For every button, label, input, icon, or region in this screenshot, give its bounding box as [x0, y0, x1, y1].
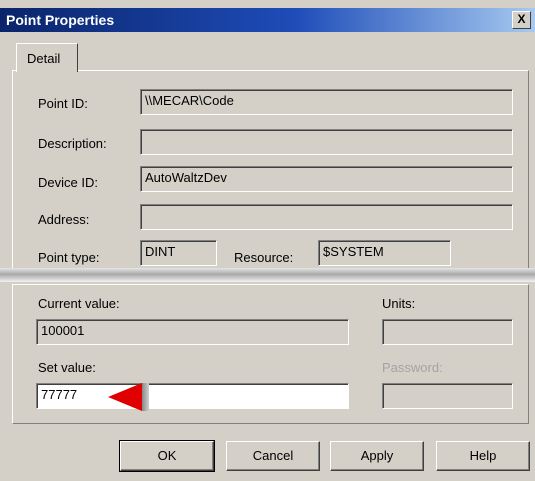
- address-label: Address:: [38, 212, 90, 227]
- point-type-label: Point type:: [38, 250, 100, 265]
- title-bar[interactable]: Point Properties X: [0, 8, 535, 32]
- description-field[interactable]: [140, 129, 513, 155]
- close-button[interactable]: X: [512, 11, 531, 29]
- password-field[interactable]: [382, 383, 513, 409]
- section-divider: [0, 268, 535, 282]
- address-field[interactable]: [140, 204, 513, 230]
- point-properties-dialog: Point Properties X Detail Point ID: \\ME…: [0, 0, 535, 481]
- cancel-button[interactable]: Cancel: [226, 441, 320, 471]
- set-value-input[interactable]: 77777: [36, 383, 349, 409]
- ok-button[interactable]: OK: [119, 440, 215, 472]
- apply-button[interactable]: Apply: [330, 441, 424, 471]
- point-id-label: Point ID:: [38, 96, 88, 111]
- point-type-field[interactable]: DINT: [140, 240, 217, 266]
- password-label: Password:: [382, 360, 443, 375]
- tab-detail[interactable]: Detail: [16, 43, 78, 72]
- units-label: Units:: [382, 296, 416, 311]
- help-button[interactable]: Help: [436, 441, 530, 471]
- window-title: Point Properties: [6, 12, 115, 28]
- close-icon: X: [517, 12, 526, 26]
- set-value-label: Set value:: [38, 360, 96, 375]
- current-value-field: 100001: [36, 319, 349, 345]
- resource-label: Resource:: [234, 250, 294, 265]
- point-id-field[interactable]: \\MECAR\Code: [140, 89, 513, 115]
- device-id-field[interactable]: AutoWaltzDev: [140, 166, 513, 192]
- units-field[interactable]: [382, 319, 513, 345]
- resource-field[interactable]: $SYSTEM: [318, 240, 451, 266]
- current-value-label: Current value:: [38, 296, 120, 311]
- tab-detail-label: Detail: [27, 51, 61, 66]
- arrow-shaft: [142, 383, 149, 411]
- device-id-label: Device ID:: [38, 175, 98, 190]
- red-arrow-pointer-icon: [108, 383, 142, 411]
- description-label: Description:: [38, 136, 107, 151]
